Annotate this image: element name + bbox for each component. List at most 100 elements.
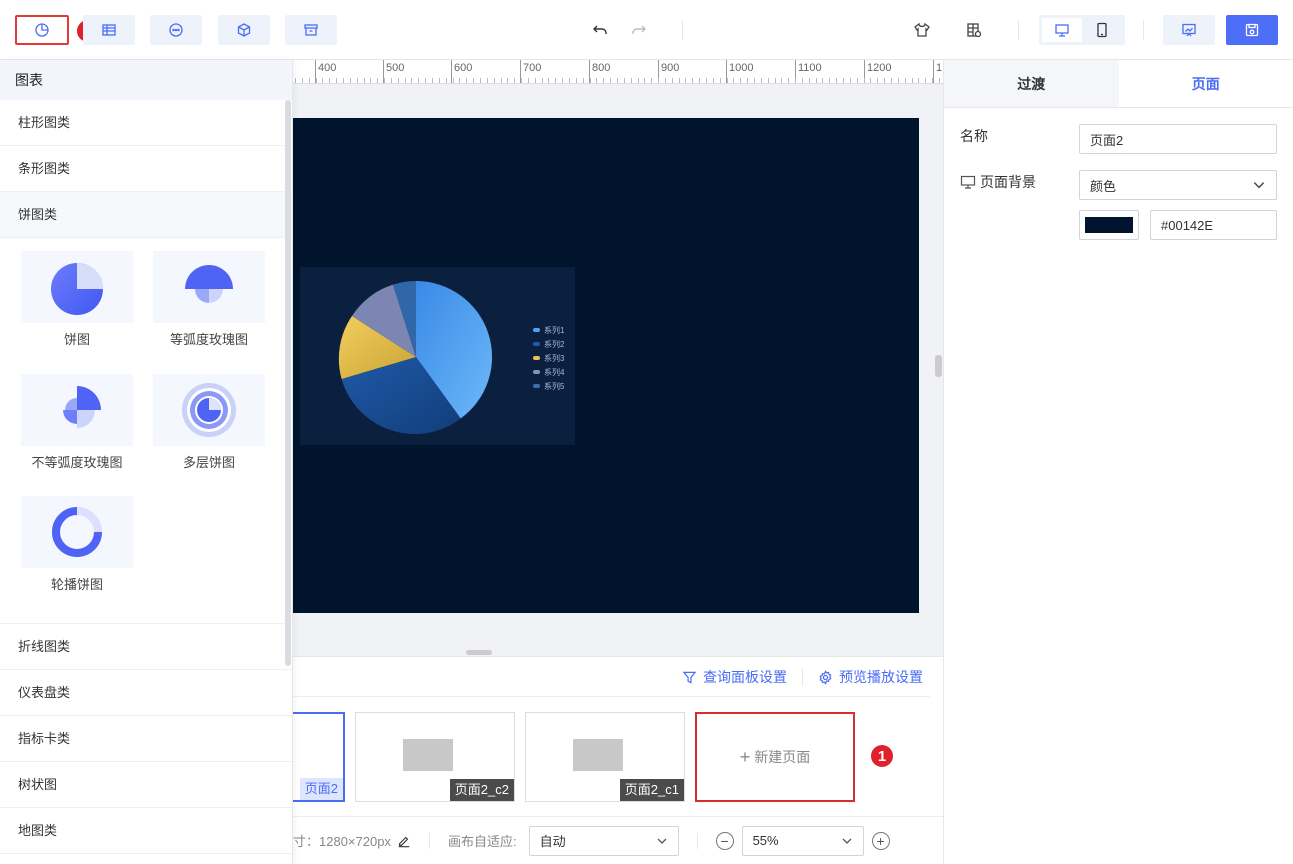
- save-button[interactable]: [1226, 15, 1278, 45]
- component-tool-button[interactable]: [218, 15, 270, 45]
- category-bar-chart[interactable]: 柱形图类: [0, 100, 292, 146]
- page-preview-placeholder: [573, 739, 623, 771]
- more-tool-button[interactable]: [150, 15, 202, 45]
- ruler-minor-tick: [452, 78, 454, 83]
- ruler-minor-tick: [569, 78, 570, 83]
- chart-tile-label: 等弧度玫瑰图: [169, 332, 248, 347]
- chart-tile-pie[interactable]: 饼图: [21, 251, 133, 348]
- panel-divider: [293, 696, 930, 697]
- ruler-minor-tick: [404, 78, 406, 83]
- tab-page[interactable]: 页面: [1118, 60, 1293, 107]
- background-color-swatch[interactable]: [1079, 210, 1139, 240]
- page-thumbnail[interactable]: 页面2_c1: [525, 712, 685, 802]
- category-pie-chart[interactable]: 饼图类: [0, 192, 292, 238]
- ruler-minor-tick: [589, 78, 591, 83]
- chart-tile-label: 多层饼图: [182, 455, 235, 470]
- panel-title: 图表: [0, 60, 292, 100]
- preview-play-settings-link[interactable]: 预览播放设置: [818, 667, 923, 687]
- ruler-minor-tick: [829, 78, 831, 83]
- ruler-minor-tick: [938, 78, 940, 83]
- background-type-select[interactable]: 颜色: [1079, 170, 1277, 200]
- container-tool-button[interactable]: [285, 15, 337, 45]
- category-gauge[interactable]: 仪表盘类: [0, 670, 292, 716]
- ruler-minor-tick: [541, 78, 543, 83]
- zoom-out-button[interactable]: −: [715, 831, 734, 850]
- ruler-minor-tick: [767, 78, 769, 83]
- data-settings-button[interactable]: [962, 18, 986, 42]
- chart-tool-button[interactable]: [15, 15, 69, 45]
- ruler-minor-tick: [500, 78, 502, 83]
- pie-chart-widget[interactable]: 系列1 系列2 系列3 系列4 系列5: [300, 267, 575, 445]
- ruler-minor-tick: [658, 78, 660, 83]
- category-map[interactable]: 地图类: [0, 808, 292, 854]
- ruler-minor-tick: [904, 78, 906, 83]
- ruler-minor-tick: [623, 78, 625, 83]
- plus-icon: +: [739, 746, 751, 767]
- page-preview-placeholder: [403, 739, 453, 771]
- category-kpi-card[interactable]: 指标卡类: [0, 716, 292, 762]
- save-icon: [1245, 23, 1259, 37]
- chart-tile-rose[interactable]: 等弧度玫瑰图: [153, 251, 265, 348]
- zoom-select[interactable]: 55%: [741, 825, 864, 856]
- ruler-minor-tick: [747, 78, 749, 83]
- desktop-icon: [1055, 24, 1069, 37]
- page-name-tag: 页面2: [299, 778, 343, 800]
- ruler-label: 900: [658, 60, 679, 83]
- page-thumbnail[interactable]: 页面2_c2: [355, 712, 515, 802]
- tab-transition[interactable]: 过渡: [944, 60, 1119, 107]
- chevron-down-icon: [1253, 182, 1265, 189]
- redo-button[interactable]: [627, 18, 651, 42]
- chart-tile-unequal-rose[interactable]: 不等弧度玫瑰图: [21, 374, 133, 471]
- step-badge-1: 1: [871, 745, 893, 767]
- mobile-view-button[interactable]: [1082, 18, 1122, 42]
- ruler-minor-tick: [521, 78, 523, 83]
- legend-item: 系列4: [533, 365, 564, 379]
- ruler-minor-tick: [774, 78, 776, 83]
- properties-panel: 过渡 页面 名称 页面2 页面背景 颜色 #00142E: [943, 60, 1293, 864]
- query-panel-settings-label: 查询面板设置: [703, 669, 787, 685]
- ruler-minor-tick: [706, 78, 707, 83]
- chevron-down-icon: [842, 838, 852, 844]
- panel-scrollbar[interactable]: [285, 100, 291, 666]
- ruler-label: 800: [589, 60, 610, 83]
- ruler-minor-tick: [377, 78, 379, 83]
- ruler-minor-tick: [329, 78, 331, 83]
- zoom-in-button[interactable]: +: [871, 831, 890, 850]
- category-line-chart[interactable]: 折线图类: [0, 624, 292, 670]
- pie-chart-gallery: 饼图 等弧度玫瑰图 不等弧度玫瑰图 多层饼图 轮播饼图: [0, 238, 292, 624]
- ruler-minor-tick: [562, 78, 564, 83]
- page-name-input[interactable]: 页面2: [1079, 124, 1277, 154]
- ruler-minor-tick: [699, 78, 701, 83]
- ruler-minor-tick: [370, 78, 372, 83]
- ruler-minor-tick: [719, 78, 721, 83]
- gear-icon: [819, 669, 832, 685]
- top-toolbar: 2: [0, 0, 1293, 60]
- chart-tile-multilayer-pie[interactable]: 多层饼图: [153, 374, 265, 471]
- ruler-minor-tick: [479, 78, 481, 83]
- preview-button[interactable]: [1163, 15, 1215, 45]
- desktop-view-button[interactable]: [1042, 18, 1082, 42]
- fit-mode-select[interactable]: 自动: [528, 825, 679, 856]
- right-panel-resize-handle[interactable]: [935, 355, 942, 377]
- ruler-minor-tick: [849, 78, 851, 83]
- ruler-minor-tick: [555, 78, 557, 83]
- query-panel-settings-link[interactable]: 查询面板设置: [682, 667, 787, 687]
- page-panel-resize-handle[interactable]: [466, 650, 492, 655]
- background-color-input[interactable]: #00142E: [1150, 210, 1277, 240]
- filter-icon: [682, 671, 697, 684]
- table-tool-button[interactable]: [83, 15, 135, 45]
- theme-button[interactable]: [910, 18, 934, 42]
- status-divider: [696, 832, 698, 849]
- mobile-icon: [1097, 22, 1107, 38]
- ruler-minor-tick: [788, 78, 790, 83]
- new-page-button[interactable]: + 新建页面: [695, 712, 855, 802]
- fit-mode-value: 自动: [539, 834, 566, 849]
- undo-button[interactable]: [588, 18, 612, 42]
- chart-tile-donut-carousel[interactable]: 轮播饼图: [21, 496, 133, 593]
- category-tree-chart[interactable]: 树状图: [0, 762, 292, 808]
- ruler-minor-tick: [678, 78, 680, 83]
- category-horizontal-bar[interactable]: 条形图类: [0, 146, 292, 192]
- edit-icon[interactable]: [397, 834, 411, 848]
- ruler-minor-tick: [356, 78, 358, 83]
- ruler-minor-tick: [466, 78, 468, 83]
